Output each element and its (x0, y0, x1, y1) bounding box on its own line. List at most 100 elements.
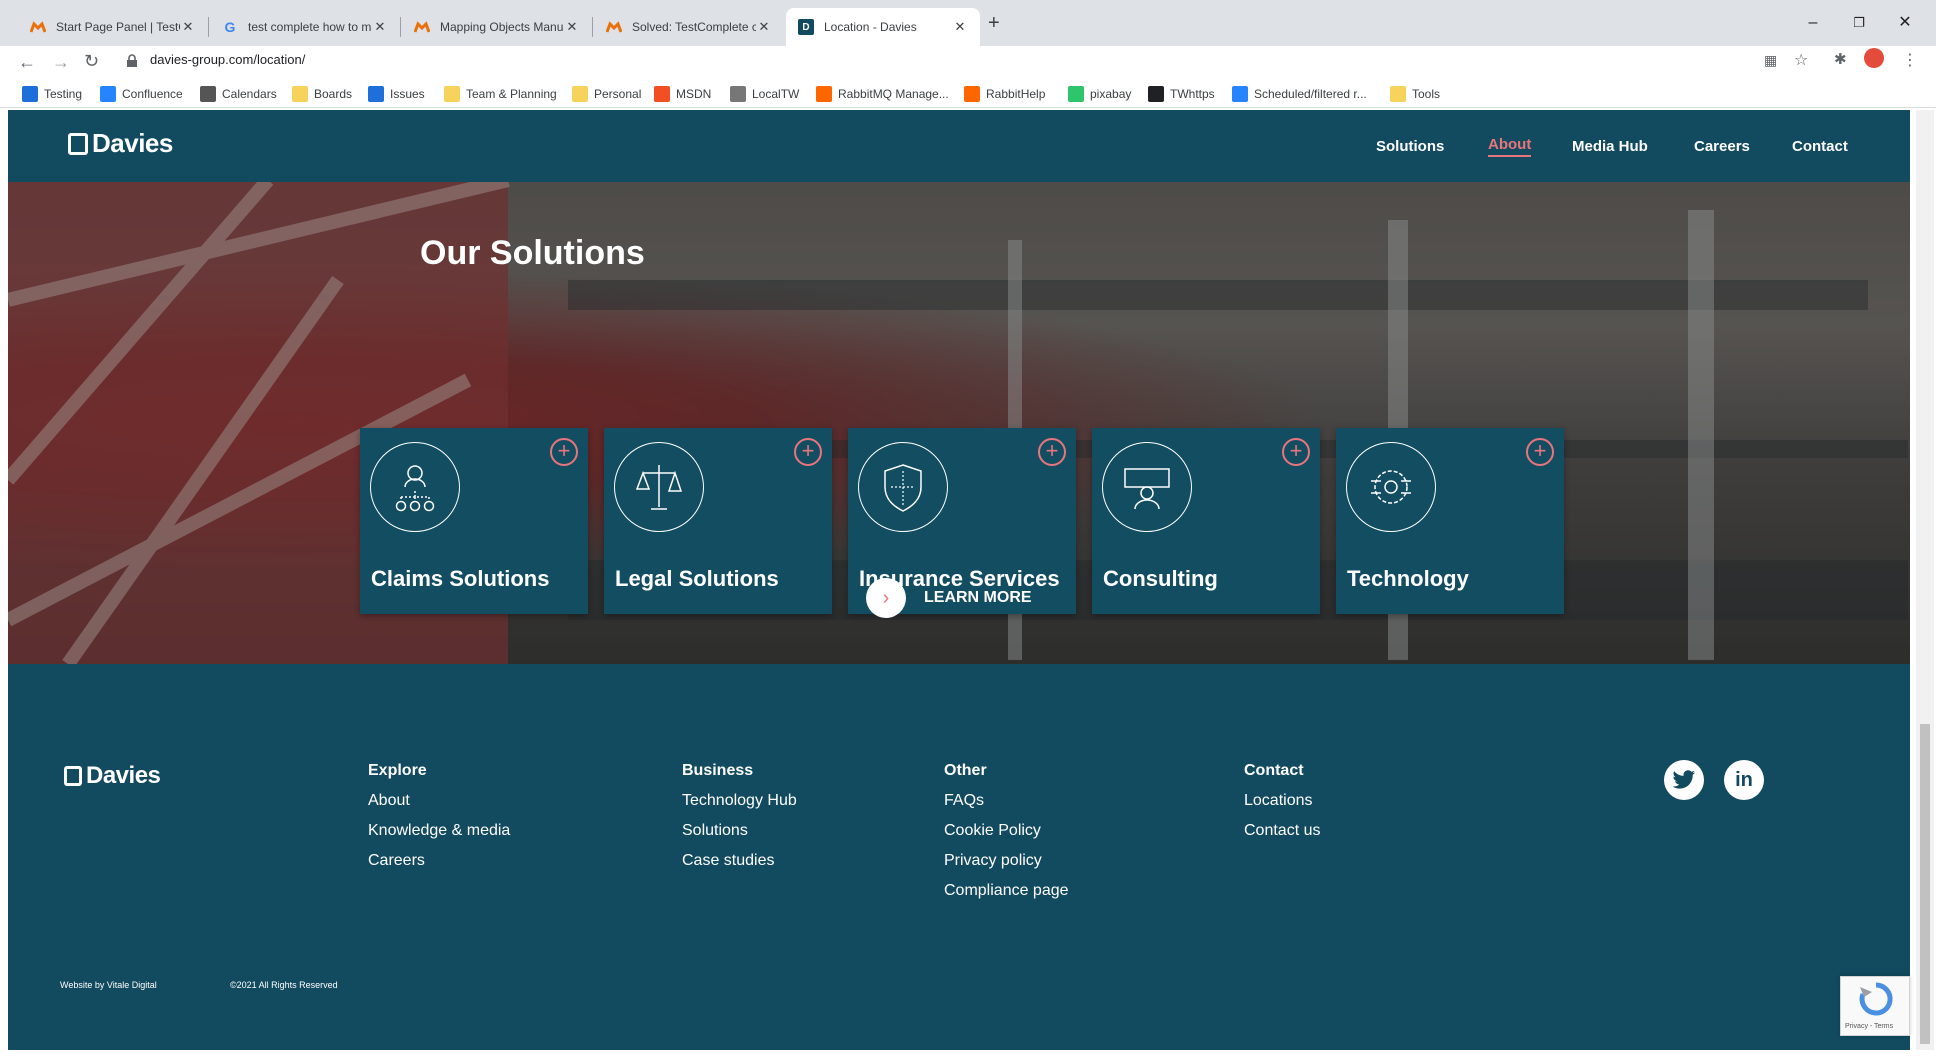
bookmark-item[interactable]: RabbitMQ Manage... (816, 84, 949, 104)
davies-logo[interactable]: Davies (68, 128, 173, 159)
scrollbar-thumb[interactable] (1920, 724, 1930, 1044)
bookmark-icon (1390, 86, 1406, 102)
card-claims-solutions[interactable]: + Claims Solutions (360, 428, 588, 614)
close-icon[interactable]: ✕ (756, 19, 772, 35)
restore-button[interactable]: ❐ (1836, 8, 1882, 38)
browser-tab-3[interactable]: Solved: TestComplete cannot finc ✕ (594, 8, 784, 46)
footer-heading: Other (944, 762, 987, 779)
smartbear-icon (414, 19, 430, 35)
expand-plus-icon[interactable]: + (1282, 438, 1310, 466)
nav-contact[interactable]: Contact (1792, 138, 1848, 155)
footer-link[interactable]: Contact us (1244, 822, 1320, 840)
qr-code-icon[interactable]: ▦ (1764, 52, 1777, 69)
scales-icon (614, 442, 704, 532)
nav-solutions[interactable]: Solutions (1376, 138, 1444, 155)
nav-about[interactable]: About (1488, 136, 1532, 157)
card-consulting[interactable]: + Consulting (1092, 428, 1320, 614)
new-tab-button[interactable]: + (988, 12, 1000, 35)
bookmark-item[interactable]: LocalTW (730, 84, 799, 104)
bookmark-item[interactable]: Calendars (200, 84, 277, 104)
footer-link[interactable]: Case studies (682, 852, 775, 870)
bookmark-item[interactable]: MSDN (654, 84, 711, 104)
twitter-icon[interactable] (1664, 760, 1704, 800)
bookmark-icon (572, 86, 588, 102)
footer-davies-logo[interactable]: Davies (64, 762, 161, 790)
bookmark-item[interactable]: RabbitHelp (964, 84, 1045, 104)
people-network-icon (370, 442, 460, 532)
learn-more-arrow-button[interactable]: › (866, 578, 906, 618)
browser-tab-2[interactable]: Mapping Objects Manually | Test ✕ (402, 8, 592, 46)
tab-title: test complete how to map an ob (248, 20, 372, 34)
card-legal-solutions[interactable]: + Legal Solutions (604, 428, 832, 614)
close-window-button[interactable]: ✕ (1882, 8, 1928, 38)
bookmark-item[interactable]: Confluence (100, 84, 183, 104)
bookmark-label: Confluence (122, 87, 183, 101)
bookmark-item[interactable]: Personal (572, 84, 641, 104)
avatar[interactable] (1864, 48, 1884, 68)
footer-credit[interactable]: Website by Vitale Digital (60, 980, 157, 990)
menu-dots-icon[interactable]: ⋮ (1902, 50, 1918, 70)
forward-arrow-icon[interactable]: → (52, 52, 70, 73)
browser-tab-active[interactable]: D Location - Davies ✕ (786, 8, 980, 46)
bookmark-icon (200, 86, 216, 102)
nav-careers[interactable]: Careers (1694, 138, 1750, 155)
recaptcha-badge[interactable]: Privacy - Terms (1840, 976, 1910, 1036)
bookmark-icon (444, 86, 460, 102)
bookmark-item[interactable]: Issues (368, 84, 425, 104)
bookmark-item[interactable]: Tools (1390, 84, 1440, 104)
linkedin-icon[interactable]: in (1724, 760, 1764, 800)
davies-logo-icon (64, 766, 82, 786)
address-bar[interactable]: davies-group.com/location/ (150, 52, 305, 67)
expand-plus-icon[interactable]: + (1038, 438, 1066, 466)
bookmark-label: Personal (594, 87, 642, 101)
expand-plus-icon[interactable]: + (550, 438, 578, 466)
bookmark-item[interactable]: TWhttps (1148, 84, 1215, 104)
browser-tab-0[interactable]: Start Page Panel | TestComplete ✕ (18, 8, 208, 46)
bookmark-item[interactable]: Scheduled/filtered r... (1232, 84, 1367, 104)
bookmark-icon (100, 86, 116, 102)
bookmark-label: Tools (1412, 87, 1441, 101)
footer-link[interactable]: Privacy policy (944, 852, 1042, 870)
bookmark-label: RabbitMQ Manage... (838, 87, 949, 101)
close-icon[interactable]: ✕ (372, 19, 388, 35)
footer-link[interactable]: Solutions (682, 822, 748, 840)
bookmark-label: Testing (44, 87, 83, 101)
reload-icon[interactable]: ↻ (84, 51, 99, 72)
bookmark-item[interactable]: pixabay (1068, 84, 1131, 104)
bookmark-item[interactable]: Testing (22, 84, 82, 104)
tab-title: Solved: TestComplete cannot finc (632, 20, 756, 34)
page-scrollbar[interactable] (1916, 110, 1934, 1050)
footer-link[interactable]: Cookie Policy (944, 822, 1041, 840)
star-icon[interactable]: ☆ (1794, 50, 1808, 70)
footer-heading: Explore (368, 762, 427, 779)
extensions-icon[interactable]: ✱ (1834, 50, 1847, 68)
footer-link[interactable]: Compliance page (944, 882, 1069, 900)
learn-more-link[interactable]: LEARN MORE (924, 589, 1032, 607)
close-icon[interactable]: ✕ (564, 19, 580, 35)
bookmark-item[interactable]: Boards (292, 84, 352, 104)
footer-link[interactable]: FAQs (944, 792, 984, 810)
close-icon[interactable]: ✕ (952, 19, 968, 35)
expand-plus-icon[interactable]: + (1526, 438, 1554, 466)
bookmark-label: Team & Planning (466, 87, 557, 101)
browser-tab-1[interactable]: G test complete how to map an ob ✕ (210, 8, 400, 46)
footer-link[interactable]: About (368, 792, 410, 810)
back-arrow-icon[interactable]: ← (18, 52, 36, 73)
bookmark-item[interactable]: Team & Planning (444, 84, 557, 104)
footer-link[interactable]: Locations (1244, 792, 1313, 810)
footer-link[interactable]: Technology Hub (682, 792, 797, 810)
bookmark-label: MSDN (676, 87, 712, 101)
recaptcha-links[interactable]: Privacy - Terms (1845, 1023, 1893, 1030)
footer-link[interactable]: Careers (368, 852, 425, 870)
footer-link[interactable]: Knowledge & media (368, 822, 510, 840)
lock-icon[interactable] (126, 54, 138, 67)
recaptcha-icon (1859, 982, 1893, 1016)
card-technology[interactable]: + Technology (1336, 428, 1564, 614)
expand-plus-icon[interactable]: + (794, 438, 822, 466)
bookmarks-bar: Testing Confluence Calendars Boards Issues Te… (0, 80, 1936, 108)
close-icon[interactable]: ✕ (180, 19, 196, 35)
shield-icon (858, 442, 948, 532)
minimize-button[interactable]: – (1790, 8, 1836, 38)
nav-media-hub[interactable]: Media Hub (1572, 138, 1648, 155)
bookmark-icon (1232, 86, 1248, 102)
